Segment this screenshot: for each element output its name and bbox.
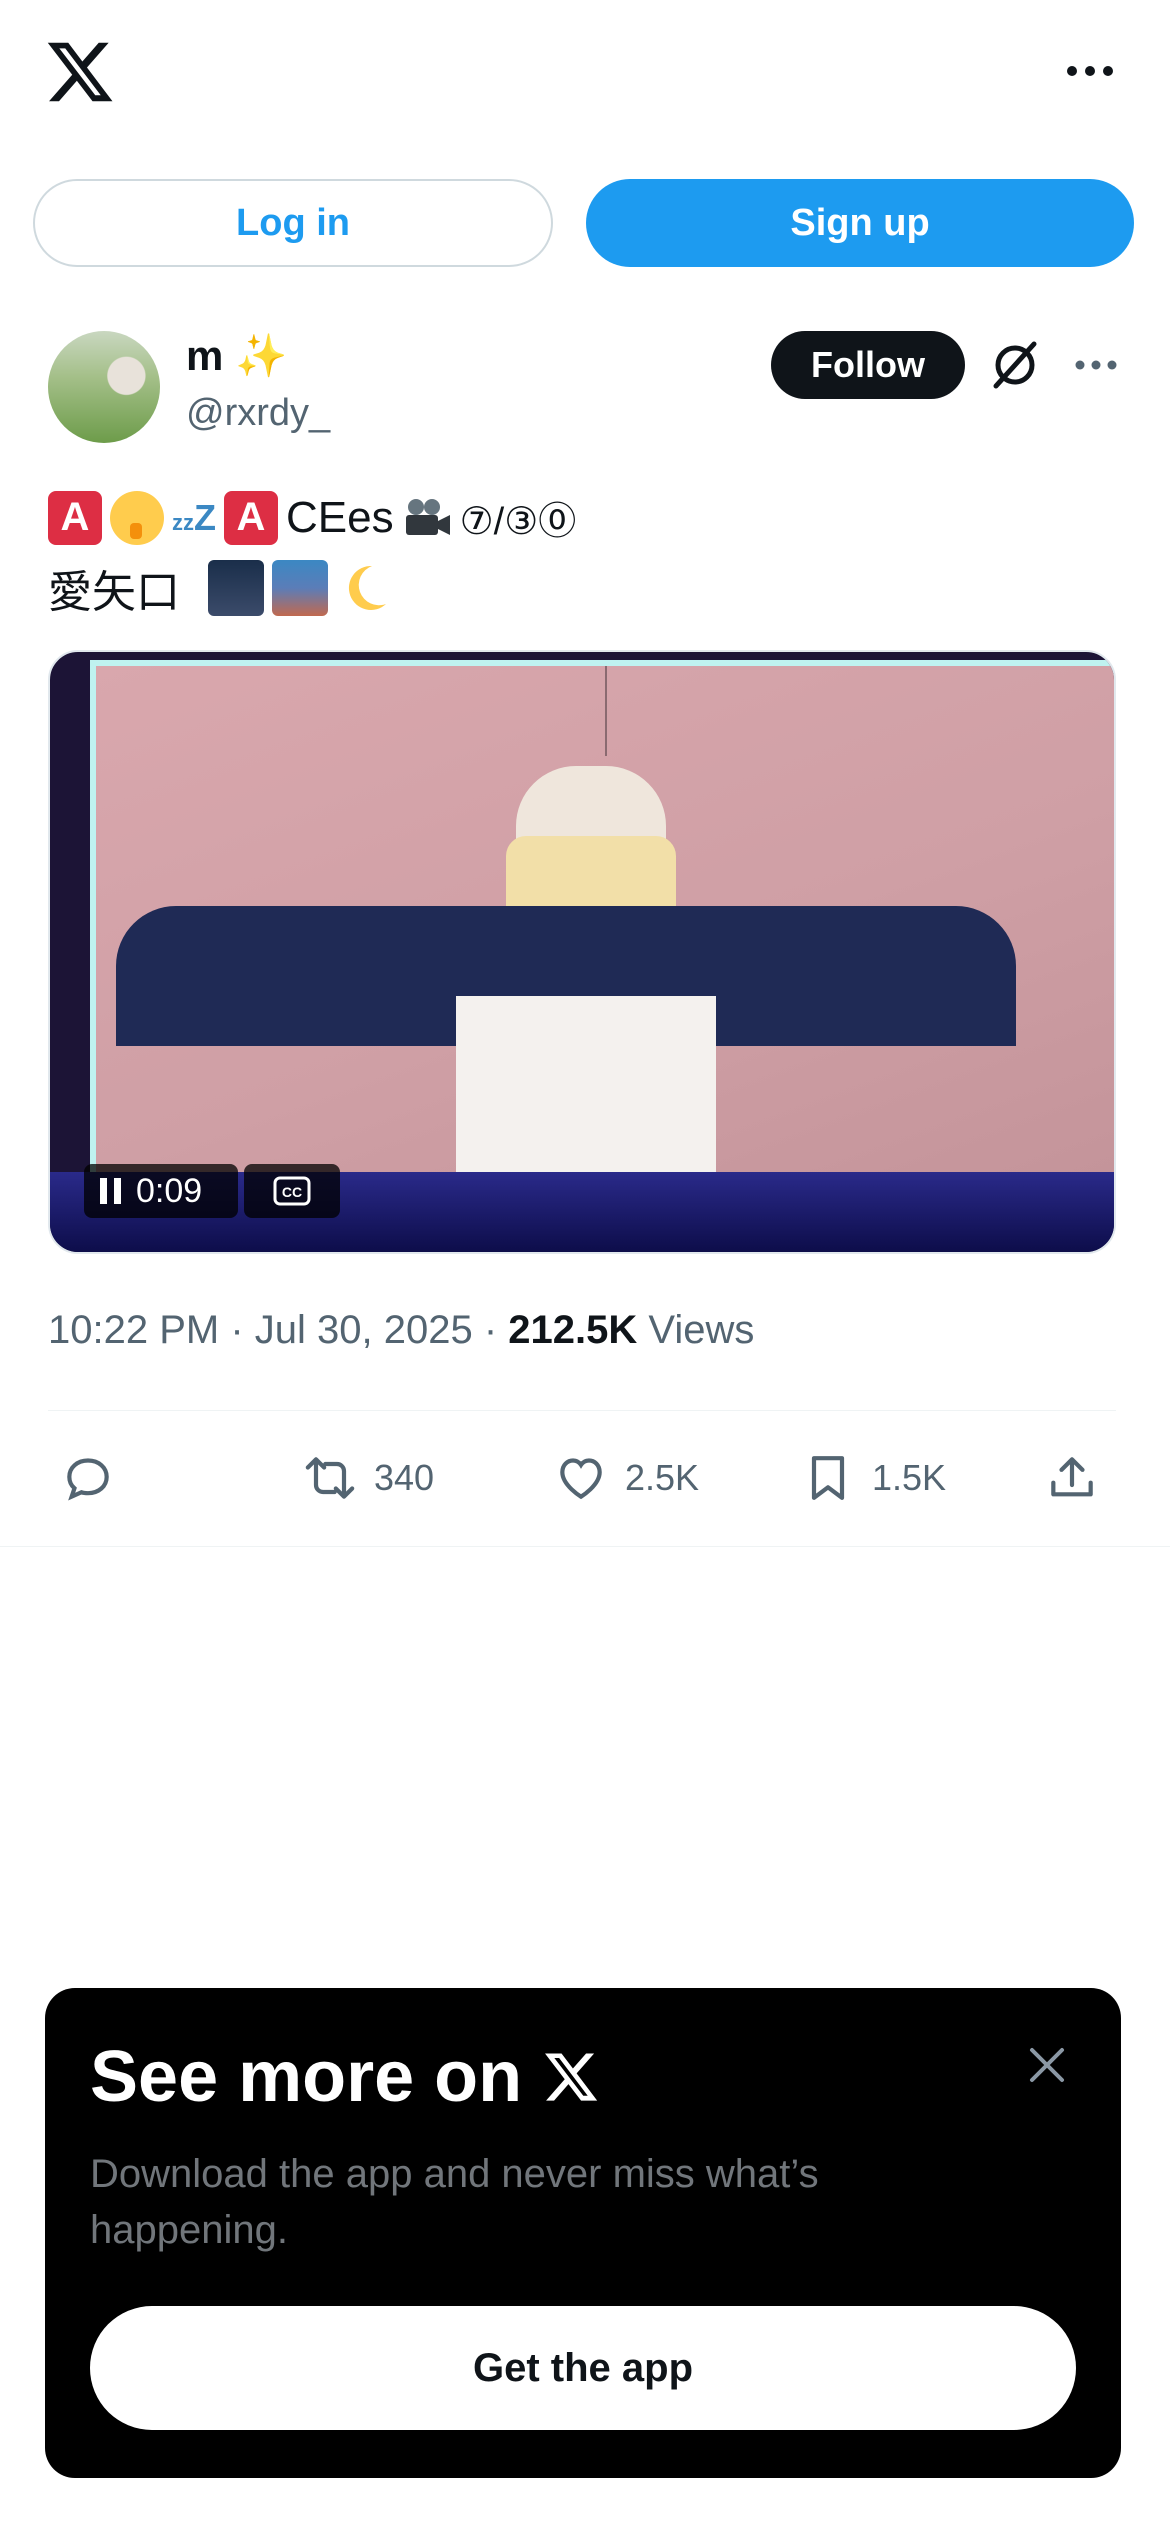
zzz-emoji: zzZ — [172, 496, 216, 538]
author-display-name[interactable]: m ✨ — [186, 332, 287, 381]
get-the-app-button[interactable]: Get the app — [90, 2306, 1076, 2430]
a-button-emoji: A — [48, 490, 102, 545]
tweet-numbers: ⑦/③⓪ — [459, 501, 577, 543]
closed-captions-button[interactable]: CC — [244, 1164, 340, 1218]
tweet-text-line-2: 愛矢口 — [48, 556, 392, 620]
post-metadata: 10:22 PM · Jul 30, 2025 · 212.5K Views — [48, 1308, 755, 1352]
video-frame — [90, 660, 1114, 1220]
reply-button[interactable] — [60, 1446, 132, 1510]
follow-button[interactable]: Follow — [771, 331, 965, 399]
retweet-count: 340 — [374, 1457, 435, 1498]
crescent-moon-emoji — [348, 565, 386, 610]
a-button-emoji-2: A — [224, 490, 278, 545]
share-icon — [1051, 1457, 1093, 1497]
bookmark-count: 1.5K — [872, 1457, 947, 1498]
grok-icon[interactable] — [988, 338, 1042, 392]
banner-title-text: See more on — [90, 2037, 523, 2117]
like-button[interactable]: 2.5K — [553, 1446, 699, 1510]
divider — [48, 1410, 1116, 1411]
pause-icon[interactable] — [100, 1178, 122, 1204]
x-logo-icon[interactable] — [44, 36, 116, 108]
views-count: 212.5K — [508, 1308, 638, 1352]
svg-text:CC: CC — [282, 1184, 302, 1200]
divider-bottom — [0, 1546, 1170, 1547]
author-handle[interactable]: @rxrdy_ — [186, 392, 330, 435]
bridge-at-night-emoji — [272, 560, 328, 616]
bookmark-button[interactable]: 1.5K — [800, 1446, 946, 1510]
video-playback-control[interactable]: 0:09 — [84, 1164, 238, 1218]
movie-camera-emoji — [405, 498, 450, 535]
banner-title: See more on — [90, 2036, 600, 2118]
close-icon[interactable] — [1022, 2040, 1072, 2090]
retweet-button[interactable]: 340 — [302, 1446, 434, 1510]
heart-icon — [560, 1458, 602, 1500]
tweet-kanji: 愛矢口 — [48, 568, 180, 617]
post-date[interactable]: Jul 30, 2025 — [255, 1308, 473, 1352]
share-button[interactable] — [1044, 1446, 1100, 1510]
retweet-icon — [305, 1457, 355, 1499]
shushing-face-emoji — [110, 490, 164, 545]
more-options-icon[interactable] — [1050, 48, 1130, 94]
login-button[interactable]: Log in — [33, 179, 553, 267]
closed-captions-icon: CC — [273, 1176, 311, 1206]
signup-button[interactable]: Sign up — [586, 179, 1134, 267]
reply-icon — [67, 1458, 109, 1501]
banner-subtitle: Download the app and never miss what’s h… — [90, 2152, 819, 2252]
bookmark-icon — [811, 1456, 845, 1500]
avatar[interactable] — [48, 331, 160, 443]
views-label: Views — [648, 1308, 755, 1352]
x-logo-icon — [545, 2053, 598, 2101]
display-name-text: m — [186, 332, 224, 379]
video-time: 0:09 — [136, 1171, 203, 1210]
tweet-word: CEes — [286, 492, 394, 542]
like-count: 2.5K — [625, 1457, 700, 1498]
night-city-emoji — [208, 560, 264, 616]
post-time[interactable]: 10:22 PM — [48, 1308, 219, 1352]
sparkles-emoji: ✨ — [235, 332, 288, 379]
post-more-icon[interactable] — [1066, 345, 1126, 385]
tweet-text-line-1: A zzZ A CEes ⑦/③⓪ — [48, 490, 576, 545]
